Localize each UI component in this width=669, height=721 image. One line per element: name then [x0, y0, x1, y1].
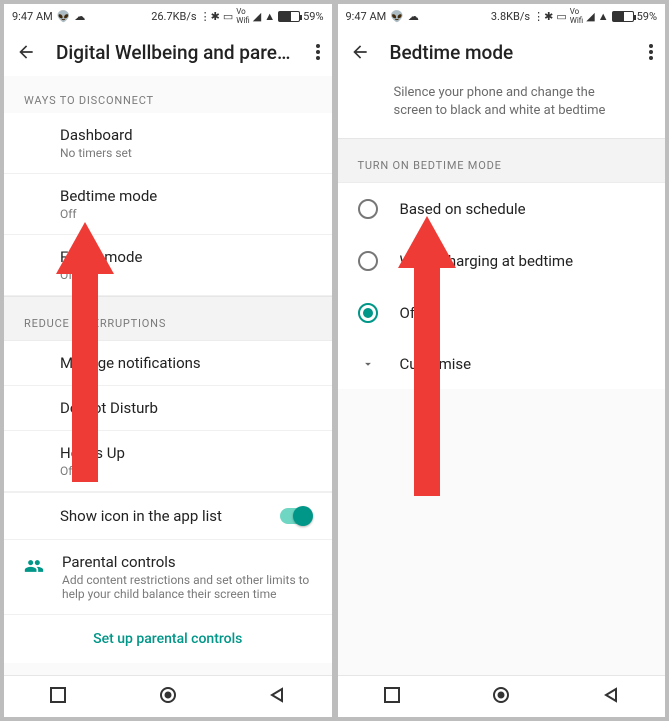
page-title: Bedtime mode — [390, 41, 630, 64]
overflow-icon[interactable] — [649, 44, 653, 60]
item-heads-up[interactable]: Heads Up Off — [4, 431, 332, 492]
status-time: 9:47 AM — [12, 10, 53, 23]
item-focus[interactable]: Focus mode Off — [4, 235, 332, 296]
page-title: Digital Wellbeing and paren… — [56, 41, 296, 64]
toggle-switch[interactable] — [280, 508, 312, 524]
item-label: Show icon in the app list — [60, 507, 222, 525]
nav-back-icon[interactable] — [603, 687, 619, 707]
item-notifications[interactable]: Manage notifications — [4, 341, 332, 386]
settings-list: WAYS TO DISCONNECT Dashboard No timers s… — [4, 76, 332, 675]
battery-pct: 59% — [303, 10, 323, 23]
reddit-icon: 👽 — [57, 10, 71, 23]
option-customise[interactable]: Customise — [338, 339, 666, 389]
wifi-icon: ▲ — [598, 10, 609, 23]
weather-icon: ☁ — [74, 10, 85, 23]
page-subtitle: Silence your phone and change the screen… — [338, 76, 666, 138]
battery-icon — [278, 11, 300, 22]
radio-icon — [358, 303, 378, 323]
chevron-down-icon — [358, 357, 378, 371]
section-ways: WAYS TO DISCONNECT — [4, 76, 332, 113]
option-charging[interactable]: While charging at bedtime — [338, 235, 666, 287]
net-speed: 3.8KB/s — [491, 10, 530, 23]
nav-home-icon[interactable] — [492, 686, 510, 708]
item-label: Parental controls — [62, 553, 312, 571]
radio-icon — [358, 251, 378, 271]
nav-recent-icon[interactable] — [50, 687, 66, 707]
item-parental[interactable]: Parental controls Add content restrictio… — [4, 540, 332, 615]
signal-icon: ◢ — [253, 10, 261, 23]
section-turn-on: TURN ON BEDTIME MODE — [338, 138, 666, 183]
item-label: Heads Up — [60, 444, 312, 462]
item-label: Bedtime mode — [60, 187, 312, 205]
status-bar: 9:47 AM 👽 ☁ 3.8KB/s ⋮✱ ▭ VoWifi ◢ ▲ 59% — [338, 4, 666, 28]
back-icon[interactable] — [16, 42, 36, 62]
volte-icon: VoWifi — [236, 7, 249, 25]
nav-bar — [338, 675, 666, 717]
parental-icon — [24, 553, 44, 576]
battery-pct: 59% — [637, 10, 657, 23]
bluetooth-icon: ⋮✱ — [533, 10, 553, 23]
app-bar: Bedtime mode — [338, 28, 666, 76]
app-bar: Digital Wellbeing and paren… — [4, 28, 332, 76]
nav-home-icon[interactable] — [159, 686, 177, 708]
settings-list: Silence your phone and change the screen… — [338, 76, 666, 675]
item-sub: Add content restrictions and set other l… — [62, 573, 312, 601]
nav-bar — [4, 675, 332, 717]
wifi-icon: ▲ — [264, 10, 275, 23]
item-dnd[interactable]: Do Not Disturb — [4, 386, 332, 431]
nav-recent-icon[interactable] — [384, 687, 400, 707]
net-speed: 26.7KB/s — [151, 10, 196, 23]
nav-back-icon[interactable] — [269, 687, 285, 707]
item-sub: Off — [60, 268, 312, 282]
setup-parental-link[interactable]: Set up parental controls — [4, 615, 332, 663]
volte-icon: VoWifi — [570, 7, 583, 25]
phone-left: 9:47 AM 👽 ☁ 26.7KB/s ⋮✱ ▭ VoWifi ◢ ▲ 59%… — [4, 4, 332, 717]
item-label: Focus mode — [60, 248, 312, 266]
expand-label: Customise — [400, 355, 472, 373]
reddit-icon: 👽 — [390, 10, 404, 23]
radio-label: Based on schedule — [400, 200, 526, 218]
radio-label: Off — [400, 304, 421, 322]
item-bedtime[interactable]: Bedtime mode Off — [4, 174, 332, 235]
weather-icon: ☁ — [408, 10, 419, 23]
status-bar: 9:47 AM 👽 ☁ 26.7KB/s ⋮✱ ▭ VoWifi ◢ ▲ 59% — [4, 4, 332, 28]
item-show-icon[interactable]: Show icon in the app list — [4, 492, 332, 540]
item-sub: No timers set — [60, 146, 312, 160]
option-off[interactable]: Off — [338, 287, 666, 339]
vibrate-icon: ▭ — [223, 10, 233, 23]
status-time: 9:47 AM — [346, 10, 387, 23]
item-sub: Off — [60, 464, 312, 478]
item-label: Manage notifications — [60, 354, 312, 372]
overflow-icon[interactable] — [316, 44, 320, 60]
item-label: Dashboard — [60, 126, 312, 144]
signal-icon: ◢ — [586, 10, 594, 23]
section-reduce: REDUCE INTERRUPTIONS — [4, 296, 332, 341]
back-icon[interactable] — [350, 42, 370, 62]
bluetooth-icon: ⋮✱ — [200, 10, 220, 23]
battery-icon — [612, 11, 634, 22]
item-label: Do Not Disturb — [60, 399, 312, 417]
option-schedule[interactable]: Based on schedule — [338, 183, 666, 235]
item-sub: Off — [60, 207, 312, 221]
radio-icon — [358, 199, 378, 219]
vibrate-icon: ▭ — [556, 10, 566, 23]
radio-label: While charging at bedtime — [400, 252, 574, 270]
item-dashboard[interactable]: Dashboard No timers set — [4, 113, 332, 174]
phone-right: 9:47 AM 👽 ☁ 3.8KB/s ⋮✱ ▭ VoWifi ◢ ▲ 59% … — [338, 4, 666, 717]
